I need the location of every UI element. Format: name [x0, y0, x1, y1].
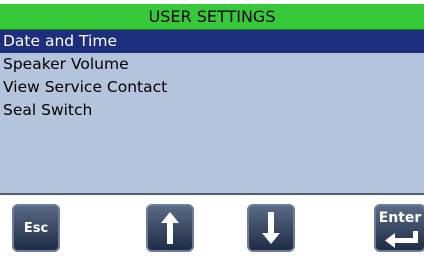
- title-bar: USER SETTINGS: [0, 4, 424, 30]
- down-button[interactable]: [247, 204, 295, 252]
- menu-item-speaker-volume[interactable]: Speaker Volume: [0, 53, 424, 76]
- menu-item-label: Date and Time: [3, 32, 117, 50]
- menu-item-view-service-contact[interactable]: View Service Contact: [0, 76, 424, 99]
- settings-menu: Date and Time Speaker Volume View Servic…: [0, 30, 424, 195]
- esc-button[interactable]: Esc: [12, 204, 60, 252]
- arrow-up-icon: [161, 212, 179, 244]
- softkey-bar: Esc Enter: [0, 195, 424, 256]
- page-title: USER SETTINGS: [148, 7, 276, 26]
- menu-item-label: View Service Contact: [3, 78, 168, 96]
- menu-item-label: Seal Switch: [3, 101, 93, 119]
- menu-item-date-and-time[interactable]: Date and Time: [0, 30, 424, 53]
- arrow-down-icon: [262, 212, 280, 244]
- menu-item-label: Speaker Volume: [3, 55, 129, 73]
- esc-button-label: Esc: [23, 220, 49, 236]
- up-button[interactable]: [146, 204, 194, 252]
- menu-item-seal-switch[interactable]: Seal Switch: [0, 99, 424, 122]
- user-settings-screen: USER SETTINGS Date and Time Speaker Volu…: [0, 0, 424, 256]
- enter-button-label: Enter: [378, 210, 422, 226]
- enter-button[interactable]: Enter: [374, 204, 424, 252]
- enter-return-icon: [385, 231, 418, 248]
